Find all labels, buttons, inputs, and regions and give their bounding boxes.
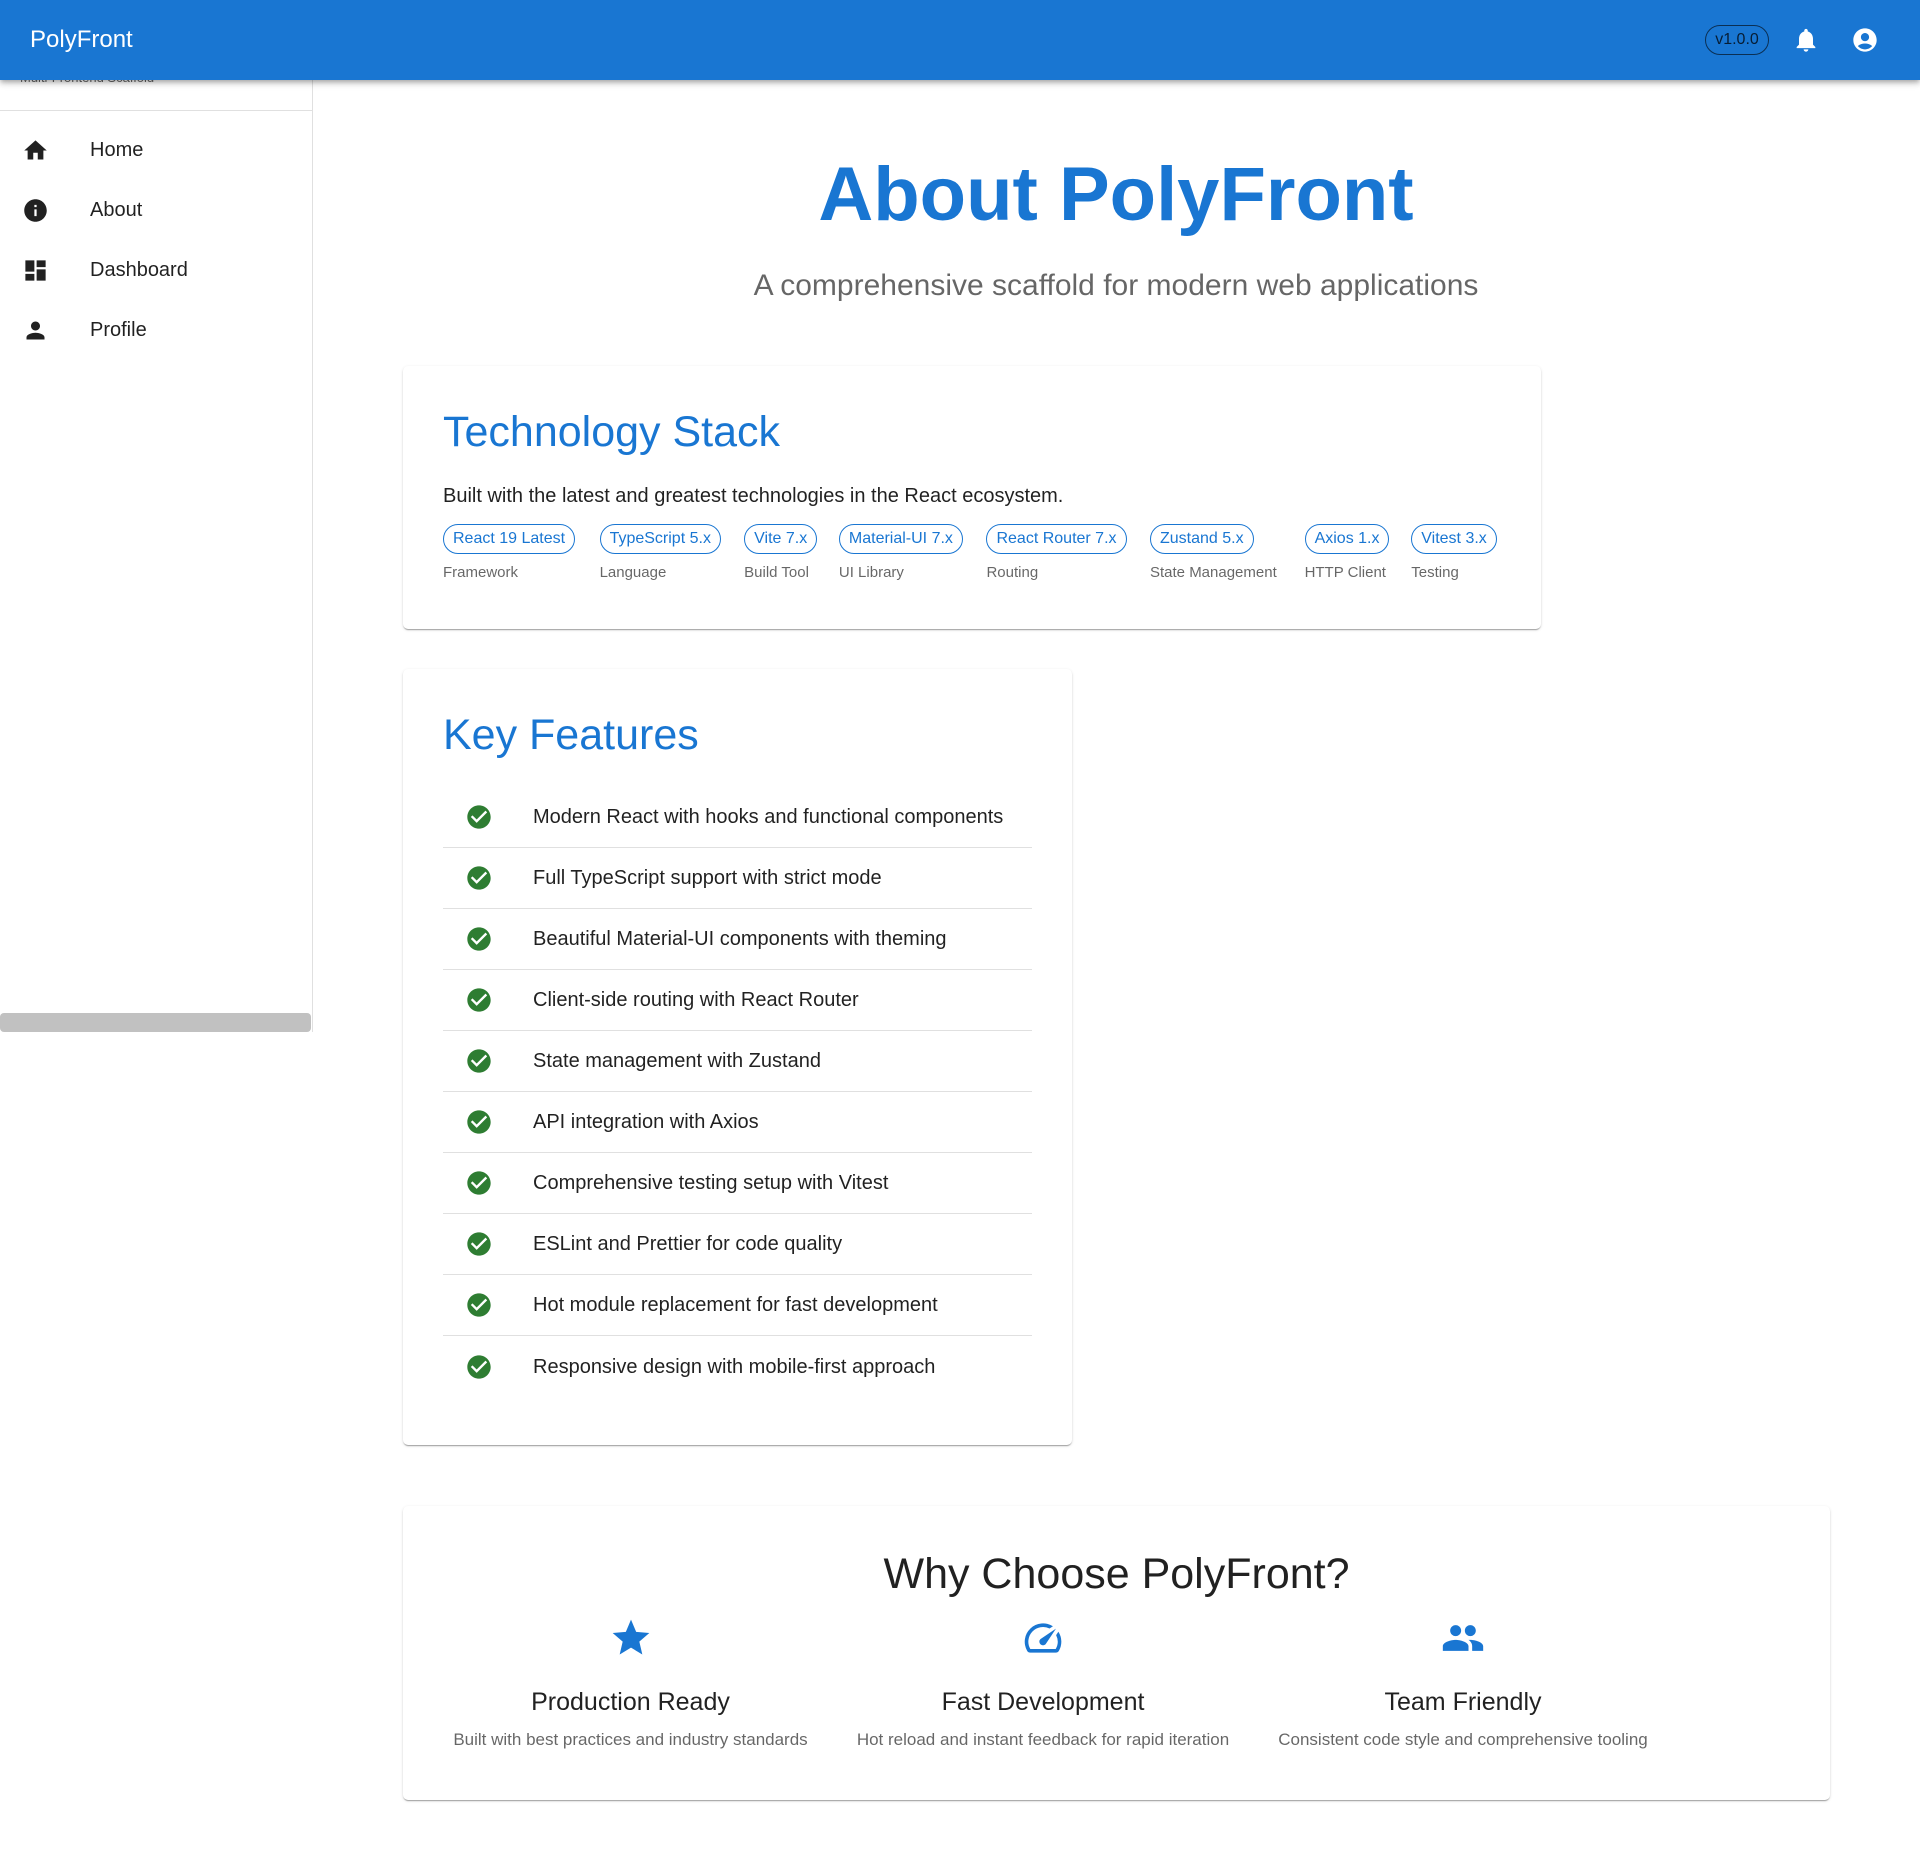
tech-item: Vite 7.x Build Tool <box>744 524 839 581</box>
account-icon[interactable] <box>1851 26 1879 54</box>
check-circle-icon <box>443 1291 533 1319</box>
check-circle-icon <box>443 1108 533 1136</box>
check-circle-icon <box>443 925 533 953</box>
tech-category: Language <box>599 564 667 581</box>
why-column-title: Team Friendly <box>1384 1688 1542 1716</box>
tech-item: Zustand 5.x State Management <box>1150 524 1305 581</box>
list-item: Full TypeScript support with strict mode <box>443 848 1032 909</box>
sidebar-item-home[interactable]: Home <box>0 120 312 180</box>
app-bar: PolyFront v1.0.0 <box>0 0 1920 80</box>
version-chip: v1.0.0 <box>1705 25 1769 55</box>
feature-text: State management with Zustand <box>533 1050 821 1072</box>
check-circle-icon <box>443 1353 533 1381</box>
why-column-fast-development: Fast Development Hot reload and instant … <box>843 1616 1243 1752</box>
tech-chip[interactable]: Vitest 3.x <box>1411 524 1497 554</box>
technology-list: React 19 Latest Framework TypeScript 5.x… <box>443 524 1501 581</box>
feature-text: Responsive design with mobile-first appr… <box>533 1355 936 1378</box>
why-column-production-ready: Production Ready Built with best practic… <box>443 1616 818 1752</box>
list-item: Client-side routing with React Router <box>443 970 1032 1031</box>
tech-item: TypeScript 5.x Language <box>599 524 745 581</box>
app-title[interactable]: PolyFront <box>30 24 133 56</box>
sidebar-item-label: About <box>90 198 143 221</box>
feature-text: ESLint and Prettier for code quality <box>533 1233 843 1255</box>
tech-chip[interactable]: Vite 7.x <box>744 524 818 554</box>
why-column-description: Consistent code style and comprehensive … <box>1278 1730 1648 1749</box>
tech-chip[interactable]: React 19 Latest <box>443 524 576 554</box>
tech-category: HTTP Client <box>1304 564 1386 581</box>
feature-list: Modern React with hooks and functional c… <box>443 787 1032 1397</box>
tech-category: Testing <box>1411 564 1459 581</box>
feature-text: Hot module replacement for fast developm… <box>533 1294 938 1316</box>
feature-text: Full TypeScript support with strict mode <box>533 867 882 889</box>
check-circle-icon <box>443 803 533 831</box>
tech-category: UI Library <box>838 564 904 581</box>
sidebar-item-label: Profile <box>90 318 147 341</box>
why-choose-card: Why Choose PolyFront? Production Ready B… <box>403 1506 1830 1800</box>
sidebar-item-profile[interactable]: Profile <box>0 300 312 360</box>
why-column-description: Built with best practices and industry s… <box>453 1730 808 1749</box>
feature-text: Comprehensive testing setup with Vitest <box>533 1172 889 1194</box>
tech-category: Routing <box>986 564 1039 581</box>
feature-text: Beautiful Material-UI components with th… <box>533 928 947 950</box>
star-icon <box>443 1616 818 1666</box>
why-column-description: Hot reload and instant feedback for rapi… <box>856 1730 1230 1749</box>
page-title: About PolyFront <box>818 152 1414 237</box>
list-item: API integration with Axios <box>443 1092 1032 1153</box>
page-subtitle: A comprehensive scaffold for modern web … <box>753 269 1479 302</box>
sidebar-scrollbar[interactable] <box>0 1013 311 1032</box>
sidebar: Multi-Frontend Scaffold Home About Dashb… <box>0 70 313 1032</box>
feature-text: Modern React with hooks and functional c… <box>533 806 1004 828</box>
tech-item: Material-UI 7.x UI Library <box>838 524 987 581</box>
tech-chip[interactable]: TypeScript 5.x <box>599 524 721 554</box>
check-circle-icon <box>443 1047 533 1075</box>
sidebar-item-label: Dashboard <box>90 258 188 281</box>
technology-stack-heading: Technology Stack <box>443 408 781 456</box>
sidebar-item-about[interactable]: About <box>0 180 312 240</box>
sidebar-nav: Home About Dashboard Profile <box>0 120 312 360</box>
info-icon <box>0 197 70 224</box>
check-circle-icon <box>443 986 533 1014</box>
sidebar-item-dashboard[interactable]: Dashboard <box>0 240 312 300</box>
technology-stack-card: Technology Stack Built with the latest a… <box>403 366 1541 629</box>
list-item: ESLint and Prettier for code quality <box>443 1214 1032 1275</box>
check-circle-icon <box>443 1230 533 1258</box>
key-features-heading: Key Features <box>443 711 699 759</box>
tech-item: Axios 1.x HTTP Client <box>1304 524 1412 581</box>
list-item: Hot module replacement for fast developm… <box>443 1275 1032 1336</box>
tech-chip[interactable]: Material-UI 7.x <box>838 524 963 554</box>
list-item: Responsive design with mobile-first appr… <box>443 1336 1032 1397</box>
list-item: State management with Zustand <box>443 1031 1032 1092</box>
why-column-title: Production Ready <box>531 1688 730 1716</box>
home-icon <box>0 137 70 164</box>
feature-text: Client-side routing with React Router <box>533 989 859 1011</box>
dashboard-icon <box>0 257 70 284</box>
people-icon <box>1263 1616 1663 1666</box>
list-item: Comprehensive testing setup with Vitest <box>443 1153 1032 1214</box>
tech-category: State Management <box>1150 564 1277 581</box>
tech-category: Build Tool <box>744 564 809 581</box>
feature-text: API integration with Axios <box>533 1111 759 1133</box>
check-circle-icon <box>443 1169 533 1197</box>
technology-stack-description: Built with the latest and greatest techn… <box>443 485 1064 507</box>
sidebar-item-label: Home <box>90 138 144 161</box>
speed-icon <box>843 1616 1243 1666</box>
tech-item: React Router 7.x Routing <box>986 524 1150 581</box>
notifications-icon[interactable] <box>1792 26 1820 54</box>
key-features-card: Key Features Modern React with hooks and… <box>403 669 1072 1445</box>
why-choose-heading: Why Choose PolyFront? <box>883 1550 1350 1598</box>
check-circle-icon <box>443 864 533 892</box>
tech-chip[interactable]: React Router 7.x <box>986 524 1127 554</box>
list-item: Beautiful Material-UI components with th… <box>443 909 1032 970</box>
tech-category: Framework <box>443 564 519 581</box>
tech-item: React 19 Latest Framework <box>443 524 600 581</box>
tech-item: Vitest 3.x Testing <box>1411 524 1501 581</box>
list-item: Modern React with hooks and functional c… <box>443 787 1032 848</box>
tech-chip[interactable]: Axios 1.x <box>1304 524 1390 554</box>
tech-chip[interactable]: Zustand 5.x <box>1150 524 1254 554</box>
sidebar-divider <box>0 110 312 111</box>
person-icon <box>0 317 70 344</box>
why-column-title: Fast Development <box>941 1688 1145 1716</box>
why-column-team-friendly: Team Friendly Consistent code style and … <box>1263 1616 1663 1752</box>
